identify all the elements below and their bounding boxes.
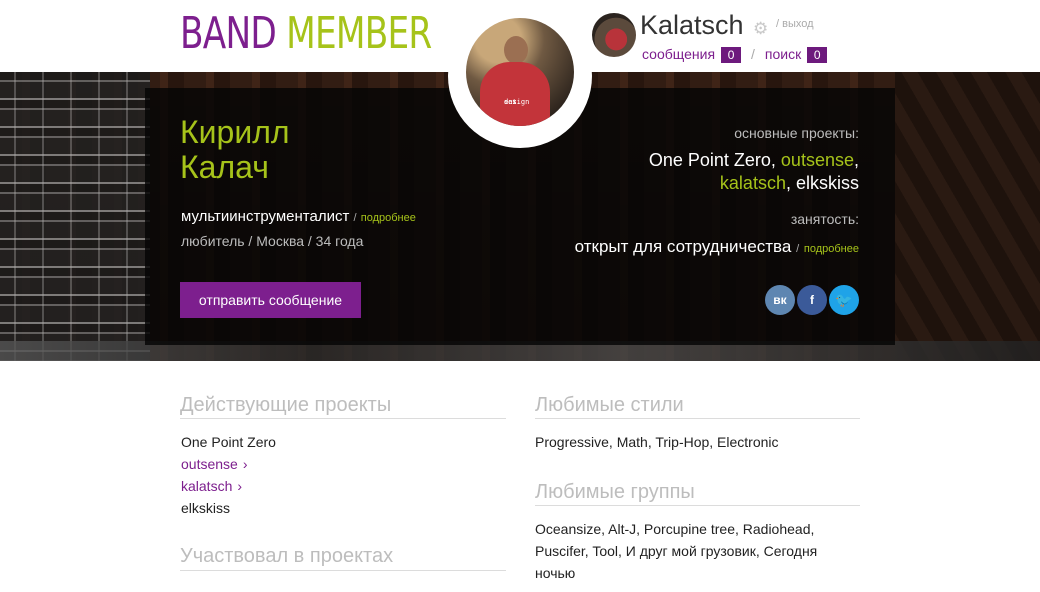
section-divider bbox=[535, 418, 860, 419]
avatar-shirt: eat. sex. design bbox=[480, 62, 550, 126]
avatar-head bbox=[504, 36, 528, 64]
occupation-more-link[interactable]: подробнее bbox=[804, 243, 859, 255]
vk-share-icon[interactable]: вк bbox=[765, 285, 795, 315]
messages-count-badge: 0 bbox=[721, 47, 742, 63]
section-divider bbox=[180, 418, 506, 419]
styles-text: Progressive, Math, Trip-Hop, Electronic bbox=[535, 434, 779, 450]
logout-link[interactable]: / выход bbox=[776, 18, 814, 30]
occupation-line: открыт для сотрудничества / подробнее bbox=[575, 237, 859, 257]
styles-title: Любимые стили bbox=[535, 394, 684, 416]
hero-background-equipment bbox=[0, 72, 150, 361]
past-projects-title: Участвовал в проектах bbox=[180, 545, 394, 567]
send-message-button[interactable]: отправить сообщение bbox=[180, 282, 361, 318]
occupation-label: занятость: bbox=[790, 211, 859, 227]
occupation-more-separator: / bbox=[796, 243, 800, 255]
project-link[interactable]: elkskiss bbox=[796, 173, 859, 193]
main-projects-label: основные проекты: bbox=[734, 125, 859, 141]
role-more-link[interactable]: подробнее bbox=[361, 212, 416, 224]
active-project-link[interactable]: kalatsch › bbox=[181, 478, 242, 494]
bands-title: Любимые группы bbox=[535, 481, 695, 503]
logo-part-member: MEMBER bbox=[286, 8, 432, 59]
nav-separator: / bbox=[751, 46, 755, 62]
twitter-label: 🐦 bbox=[835, 292, 853, 308]
logo[interactable]: BAND MEMBER bbox=[180, 12, 432, 56]
section-divider bbox=[180, 570, 506, 571]
chevron-right-icon: › bbox=[242, 456, 248, 472]
active-projects-title: Действующие проекты bbox=[180, 394, 392, 416]
role-more-separator: / bbox=[353, 212, 357, 224]
hero-background-stand bbox=[895, 72, 1040, 361]
profile-avatar: eat. sex. design bbox=[466, 18, 574, 126]
logo-part-band: BAND bbox=[180, 8, 277, 59]
facebook-label: f bbox=[810, 293, 814, 307]
project-link[interactable]: kalatsch bbox=[720, 173, 786, 193]
occupation: открыт для сотрудничества bbox=[574, 237, 792, 256]
project-link[interactable]: outsense bbox=[781, 150, 854, 170]
facebook-share-icon[interactable]: f bbox=[797, 285, 827, 315]
active-project-link-label: outsense bbox=[181, 456, 238, 472]
profile-info: любитель / Москва / 34 года bbox=[181, 233, 364, 249]
search-count-badge: 0 bbox=[807, 47, 828, 63]
profile-name: Кирилл Калач bbox=[180, 115, 340, 185]
active-project-link-label: kalatsch bbox=[181, 478, 233, 494]
active-project-item: One Point Zero bbox=[181, 434, 276, 450]
active-project-link[interactable]: outsense › bbox=[181, 456, 248, 472]
user-nav: сообщения 0 / поиск 0 bbox=[642, 46, 828, 63]
role: мультиинструменталист bbox=[181, 208, 350, 225]
bands-text: Oceansize, Alt-J, Porcupine tree, Radioh… bbox=[535, 521, 818, 581]
section-divider bbox=[535, 505, 860, 506]
main-projects-list: One Point Zero, outsense, kalatsch, elks… bbox=[648, 150, 859, 193]
last-name: Калач bbox=[180, 149, 269, 185]
role-line: мультиинструменталист / подробнее bbox=[181, 208, 416, 225]
username[interactable]: Kalatsch bbox=[640, 10, 744, 41]
active-project-item: elkskiss bbox=[181, 500, 231, 516]
search-link[interactable]: поиск bbox=[765, 46, 801, 62]
twitter-share-icon[interactable]: 🐦 bbox=[829, 285, 859, 315]
messages-link[interactable]: сообщения bbox=[642, 46, 715, 62]
project-link[interactable]: One Point Zero bbox=[649, 150, 771, 170]
vk-label: вк bbox=[773, 293, 787, 307]
gear-icon[interactable]: ⚙ bbox=[753, 20, 770, 37]
shirt-line: design bbox=[504, 98, 530, 106]
first-name: Кирилл bbox=[180, 114, 290, 150]
user-avatar[interactable] bbox=[592, 13, 636, 57]
chevron-right-icon: › bbox=[237, 478, 243, 494]
